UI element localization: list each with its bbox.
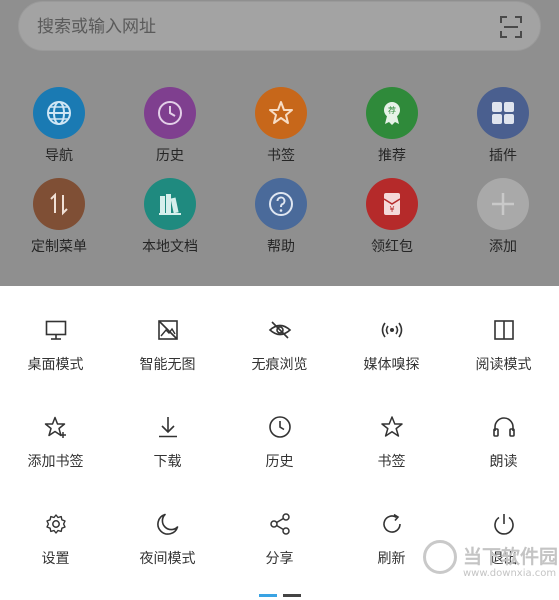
grid-icon <box>477 87 529 139</box>
menu-label: 设置 <box>41 551 70 567</box>
app-bookmarks[interactable]: 书签 <box>231 87 331 167</box>
clock-icon <box>144 87 196 139</box>
search-input[interactable] <box>37 14 477 40</box>
watermark-name: 当下软件园 <box>463 546 559 568</box>
menu-share[interactable]: 分享 <box>224 512 335 596</box>
menu-incognito[interactable]: 无痕浏览 <box>224 318 335 402</box>
eye-off-icon <box>268 321 292 339</box>
menu-read-aloud[interactable]: 朗读 <box>448 415 559 499</box>
menu-label: 无痕浏览 <box>251 357 308 373</box>
gear-icon <box>46 514 66 534</box>
menu-label: 下载 <box>153 454 182 470</box>
book-columns-icon <box>494 320 514 340</box>
menu-settings[interactable]: 设置 <box>0 512 111 596</box>
app-custom-menu[interactable]: 定制菜单 <box>9 178 109 258</box>
menu-label: 媒体嗅探 <box>363 357 420 373</box>
app-label: 定制菜单 <box>31 239 87 255</box>
dimmed-overlay[interactable]: 导航 历史 书签 荐 推荐 插件 定制菜单 本地文档 <box>0 0 559 286</box>
star-outline-icon <box>381 416 403 437</box>
app-add[interactable]: 添加 <box>453 178 553 258</box>
plus-icon <box>477 178 529 230</box>
menu-label: 智能无图 <box>139 357 196 373</box>
menu-add-bookmark[interactable]: 添加书签 <box>0 415 111 499</box>
app-label: 领红包 <box>371 239 413 255</box>
menu-night-mode[interactable]: 夜间模式 <box>112 512 223 596</box>
app-label: 书签 <box>267 148 295 164</box>
red-packet-icon: ¥ <box>366 178 418 230</box>
menu-reading-mode[interactable]: 阅读模式 <box>448 318 559 402</box>
menu-label: 添加书签 <box>27 454 84 470</box>
globe-icon <box>33 87 85 139</box>
question-icon <box>255 178 307 230</box>
watermark-logo <box>423 540 457 574</box>
app-history[interactable]: 历史 <box>120 87 220 167</box>
app-label: 帮助 <box>267 239 295 255</box>
menu-label: 分享 <box>265 551 294 567</box>
menu-label: 阅读模式 <box>475 357 532 373</box>
app-label: 导航 <box>45 148 73 164</box>
app-label: 本地文档 <box>142 239 198 255</box>
page-dot-active[interactable] <box>259 594 277 597</box>
menu-label: 桌面模式 <box>27 357 84 373</box>
scan-icon[interactable] <box>500 16 522 38</box>
page-indicator[interactable] <box>259 594 301 597</box>
menu-label: 书签 <box>377 454 406 470</box>
moon-icon <box>157 513 179 535</box>
no-image-icon <box>158 320 178 340</box>
menu-label: 历史 <box>265 454 294 470</box>
menu-media-sniff[interactable]: 媒体嗅探 <box>336 318 447 402</box>
watermark-url: www.downxia.com <box>463 568 557 579</box>
books-icon <box>144 178 196 230</box>
menu-no-image[interactable]: 智能无图 <box>112 318 223 402</box>
menu-label: 夜间模式 <box>139 551 196 567</box>
share-icon <box>270 513 290 535</box>
app-nav[interactable]: 导航 <box>9 87 109 167</box>
page-dot[interactable] <box>283 594 301 597</box>
app-plugins[interactable]: 插件 <box>453 87 553 167</box>
search-bar[interactable] <box>18 1 541 51</box>
app-label: 插件 <box>489 148 517 164</box>
broadcast-icon <box>381 322 403 338</box>
star-icon <box>255 87 307 139</box>
star-plus-icon <box>44 416 66 438</box>
app-label: 推荐 <box>378 148 406 164</box>
app-local-docs[interactable]: 本地文档 <box>120 178 220 258</box>
download-icon <box>159 417 177 438</box>
app-help[interactable]: 帮助 <box>231 178 331 258</box>
award-icon: 荐 <box>366 87 418 139</box>
app-red-packet[interactable]: ¥ 领红包 <box>342 178 442 258</box>
svg-text:荐: 荐 <box>388 105 396 115</box>
menu-desktop-mode[interactable]: 桌面模式 <box>0 318 111 402</box>
menu-label: 朗读 <box>489 454 518 470</box>
refresh-icon <box>383 513 401 533</box>
menu-history[interactable]: 历史 <box>224 415 335 499</box>
app-recommend[interactable]: 荐 推荐 <box>342 87 442 167</box>
app-label: 历史 <box>156 148 184 164</box>
app-label: 添加 <box>489 239 517 255</box>
menu-download[interactable]: 下载 <box>112 415 223 499</box>
power-icon <box>494 514 514 535</box>
headphones-icon <box>493 417 515 437</box>
svg-text:¥: ¥ <box>389 205 394 214</box>
watermark: 当下软件园 www.downxia.com <box>423 538 559 588</box>
clock-icon <box>269 416 291 438</box>
menu-bookmarks[interactable]: 书签 <box>336 415 447 499</box>
monitor-icon <box>45 320 67 340</box>
sort-arrows-icon <box>33 178 85 230</box>
